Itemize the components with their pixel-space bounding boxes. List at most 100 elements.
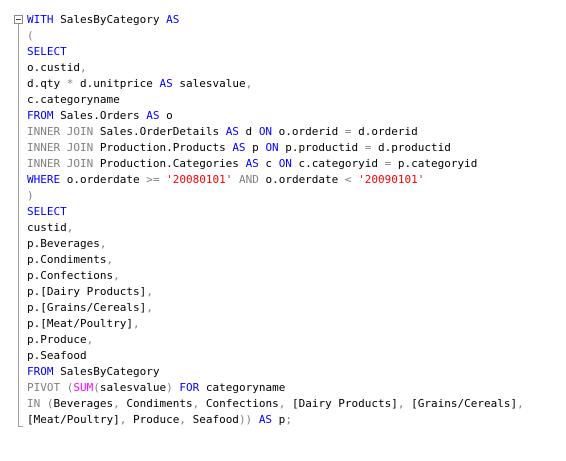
operator-token: PIVOT <box>27 381 61 394</box>
code-line[interactable]: p.[Meat/Poultry], <box>27 316 524 332</box>
identifier-token <box>60 381 67 394</box>
identifier-token: Confections <box>199 397 279 410</box>
code-line[interactable]: custid, <box>27 220 524 236</box>
keyword-token: SELECT <box>27 45 67 58</box>
operator-token: INNER JOIN <box>27 157 94 170</box>
identifier-token: [Grains/Cereals] <box>404 397 518 410</box>
keyword-token: ON <box>278 157 292 170</box>
code-line[interactable]: SELECT <box>27 204 524 220</box>
code-line[interactable]: ( <box>27 28 524 44</box>
code-line[interactable]: INNER JOIN Production.Categories AS c ON… <box>27 156 524 172</box>
code-line[interactable]: p.Produce, <box>27 332 524 348</box>
code-line[interactable]: WHERE o.orderdate >= '20080101' AND o.or… <box>27 172 524 188</box>
identifier-token <box>252 413 259 426</box>
identifier-token: d <box>238 125 259 138</box>
operator-token: ( <box>46 397 54 410</box>
operator-token: IN <box>27 397 41 410</box>
identifier-token: salesvalue <box>99 381 167 394</box>
code-line[interactable]: IN (Beverages, Condiments, Confections, … <box>27 396 524 412</box>
operator-token: , <box>245 77 253 90</box>
identifier-token: o.orderdate <box>60 173 147 186</box>
code-line[interactable]: INNER JOIN Production.Products AS p ON p… <box>27 140 524 156</box>
identifier-token: salesvalue <box>172 77 246 90</box>
identifier-token: c.categoryid <box>291 157 385 170</box>
operator-token: , <box>146 285 153 298</box>
code-line[interactable]: d.qty * d.unitprice AS salesvalue, <box>27 76 524 92</box>
keyword-token: AS <box>159 77 173 90</box>
code-line[interactable]: p.Condiments, <box>27 252 524 268</box>
identifier-token <box>40 397 47 410</box>
operator-token: , <box>86 333 94 346</box>
identifier-token: c <box>258 157 279 170</box>
operator-token: ) <box>166 381 173 394</box>
operator-token: ( <box>93 381 100 394</box>
keyword-token: AS <box>146 109 160 122</box>
keyword-token: FROM <box>27 365 54 378</box>
code-line[interactable]: FROM SalesByCategory <box>27 364 524 380</box>
string-literal-token: '20090101' <box>358 173 425 186</box>
operator-token: , <box>179 413 186 426</box>
keyword-token: AS <box>166 13 180 26</box>
collapse-minus-icon[interactable] <box>14 15 23 24</box>
identifier-token: o.custid <box>27 61 80 74</box>
identifier-token: p <box>272 413 286 426</box>
code-line[interactable]: WITH SalesByCategory AS <box>27 12 524 28</box>
identifier-token: p.Produce <box>27 333 87 346</box>
keyword-token: SELECT <box>27 205 67 218</box>
code-line[interactable]: p.Confections, <box>27 268 524 284</box>
identifier-token: SalesByCategory <box>53 365 160 378</box>
code-line[interactable]: [Meat/Poultry], Produce, Seafood)) AS p; <box>27 412 524 428</box>
operator-token: INNER JOIN <box>27 141 94 154</box>
identifier-token <box>232 173 239 186</box>
identifier-token: o.orderdate <box>258 173 345 186</box>
operator-token: = <box>344 125 352 138</box>
identifier-token: o.orderid <box>272 125 345 138</box>
operator-token: , <box>99 237 107 250</box>
identifier-token: Produce <box>126 413 180 426</box>
operator-token: >= <box>146 173 160 186</box>
operator-token: , <box>106 253 114 266</box>
identifier-token: SalesByCategory <box>53 13 167 26</box>
identifier-token: Condiments <box>119 397 193 410</box>
operator-token: < <box>344 173 352 186</box>
identifier-token: p.[Grains/Cereals] <box>27 301 147 314</box>
code-line[interactable]: o.custid, <box>27 60 524 76</box>
code-line[interactable]: PIVOT (SUM(salesvalue) FOR categoryname <box>27 380 524 396</box>
operator-token: )) <box>238 413 253 426</box>
identifier-token: p.Beverages <box>27 237 100 250</box>
identifier-token: d.qty <box>27 77 67 90</box>
identifier-token: [Meat/Poultry] <box>27 413 120 426</box>
identifier-token: categoryname <box>199 381 286 394</box>
operator-token: , <box>517 397 524 410</box>
code-line[interactable]: FROM Sales.Orders AS o <box>27 108 524 124</box>
operator-token: , <box>397 397 405 410</box>
operator-token: ) <box>27 189 34 202</box>
identifier-token: d.productid <box>371 141 451 154</box>
keyword-token: WITH <box>27 13 54 26</box>
operator-token: , <box>132 317 140 330</box>
identifier-token: Beverages <box>53 397 114 410</box>
identifier-token: Production.Categories <box>93 157 246 170</box>
identifier-token: o <box>159 109 173 122</box>
keyword-token: AS <box>232 141 246 154</box>
code-line[interactable]: INNER JOIN Sales.OrderDetails AS d ON o.… <box>27 124 524 140</box>
identifier-token: Production.Products <box>93 141 233 154</box>
code-line[interactable]: c.categoryname <box>27 92 524 108</box>
operator-token: ( <box>27 29 34 42</box>
keyword-token: AS <box>245 157 259 170</box>
identifier-token: custid <box>27 221 67 234</box>
keyword-token: ON <box>258 125 273 138</box>
code-line[interactable]: p.Beverages, <box>27 236 524 252</box>
code-line[interactable]: ) <box>27 188 524 204</box>
code-line[interactable]: p.[Grains/Cereals], <box>27 300 524 316</box>
code-line[interactable]: SELECT <box>27 44 524 60</box>
code-line[interactable]: p.Seafood <box>27 348 524 364</box>
keyword-token: AS <box>225 125 239 138</box>
identifier-token: p.Confections <box>27 269 114 282</box>
sql-code-editor[interactable]: WITH SalesByCategory AS(SELECT o.custid, d… <box>0 0 566 461</box>
identifier-token: c.categoryname <box>27 93 120 106</box>
code-line[interactable]: p.[Dairy Products], <box>27 284 524 300</box>
code-text-area[interactable]: WITH SalesByCategory AS(SELECT o.custid, d… <box>27 12 524 428</box>
identifier-token: [Dairy Products] <box>285 397 398 410</box>
operator-token: ; <box>285 413 292 426</box>
